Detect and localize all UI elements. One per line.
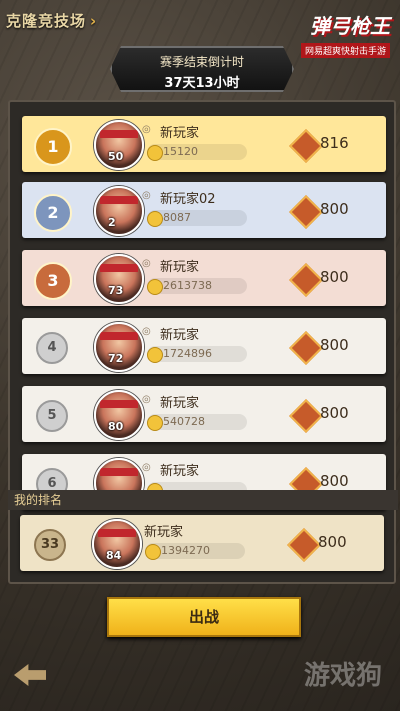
gold-value: 1724896: [163, 347, 212, 360]
player-level: 80: [108, 420, 124, 433]
gold-bar: 15120: [147, 144, 247, 161]
rank-badge: 5: [36, 400, 68, 432]
score-value: 816: [320, 134, 349, 152]
shield-icon: ◎: [142, 258, 151, 269]
score-value: 800: [320, 336, 349, 354]
rank-badge: 4: [36, 332, 68, 364]
score-value: 800: [318, 533, 347, 551]
rank-badge: 33: [34, 529, 66, 561]
gold-bar: 1724896: [147, 346, 247, 363]
trophy-score-icon: [287, 528, 321, 562]
leaderboard-panel: 1 50 ◎ 新玩家 15120 816 2 2 ◎ 新玩家02 8087 800 3 73 ◎ 新玩家 261…: [8, 100, 396, 584]
player-level: 73: [108, 284, 124, 297]
player-name: 新玩家: [160, 396, 200, 411]
countdown-label: 赛季结束倒计时: [159, 55, 244, 69]
leaderboard-row[interactable]: 5 80 ◎ 新玩家 540728 800: [22, 386, 386, 442]
coin-icon: [147, 347, 163, 363]
coin-icon: [147, 145, 163, 161]
coin-icon: [147, 211, 163, 227]
leaderboard-row[interactable]: 3 73 ◎ 新玩家 2613738 800: [22, 250, 386, 306]
player-level: 50: [108, 150, 124, 163]
gold-bar: 1394270: [145, 543, 245, 560]
leaderboard-row[interactable]: 2 2 ◎ 新玩家02 8087 800: [22, 182, 386, 238]
my-rank-header: 我的排名: [8, 490, 398, 510]
shield-icon: ◎: [142, 190, 151, 201]
trophy-score-icon: [289, 129, 323, 163]
score-value: 800: [320, 404, 349, 422]
coin-icon: [147, 415, 163, 431]
shield-icon: ◎: [142, 124, 151, 135]
avatar: [94, 186, 144, 236]
player-name: 新玩家: [160, 464, 200, 479]
gold-value: 2613738: [163, 279, 212, 292]
shield-icon: ◎: [142, 394, 151, 405]
trophy-score-icon: [289, 195, 323, 229]
player-level: 2: [108, 216, 116, 229]
fight-button[interactable]: 出战: [107, 597, 301, 637]
rank-medal-icon: 3: [34, 262, 72, 300]
trophy-score-icon: [289, 331, 323, 365]
score-value: 800: [320, 200, 349, 218]
watermark: 游戏狗: [303, 661, 382, 691]
season-countdown: 赛季结束倒计时 37天13小时: [110, 46, 294, 92]
trophy-score-icon: [289, 399, 323, 433]
player-name: 新玩家: [160, 328, 200, 343]
player-name: 新玩家: [160, 260, 200, 275]
leaderboard-row[interactable]: 4 72 ◎ 新玩家 1724896 800: [22, 318, 386, 374]
trophy-score-icon: [289, 263, 323, 297]
gold-value: 540728: [163, 415, 205, 428]
leaderboard-row[interactable]: 1 50 ◎ 新玩家 15120 816: [22, 116, 386, 172]
player-name: 新玩家02: [160, 192, 216, 207]
score-value: 800: [320, 472, 349, 490]
rank-medal-icon: 2: [34, 194, 72, 232]
player-level: 84: [106, 549, 122, 562]
game-logo: 弹弓枪王 网易超爽快射击手游: [270, 10, 390, 58]
player-name: 新玩家: [160, 126, 200, 141]
countdown-time: 37天13小时: [164, 76, 240, 91]
my-rank-row[interactable]: 33 84 新玩家 1394270 800: [20, 515, 384, 571]
gold-value: 8087: [163, 211, 191, 224]
score-value: 800: [320, 268, 349, 286]
coin-icon: [147, 279, 163, 295]
shield-icon: ◎: [142, 462, 151, 473]
page-title: 克隆竞技场 ›: [6, 12, 98, 30]
gold-value: 1394270: [161, 544, 210, 557]
gold-bar: 8087: [147, 210, 247, 227]
chevron-right-icon: ›: [90, 12, 98, 30]
rank-medal-icon: 1: [34, 128, 72, 166]
gold-bar: 2613738: [147, 278, 247, 295]
shield-icon: ◎: [142, 326, 151, 337]
gold-value: 15120: [163, 145, 198, 158]
player-name: 新玩家: [144, 525, 184, 540]
coin-icon: [145, 544, 161, 560]
player-level: 72: [108, 352, 124, 365]
gold-bar: 540728: [147, 414, 247, 431]
